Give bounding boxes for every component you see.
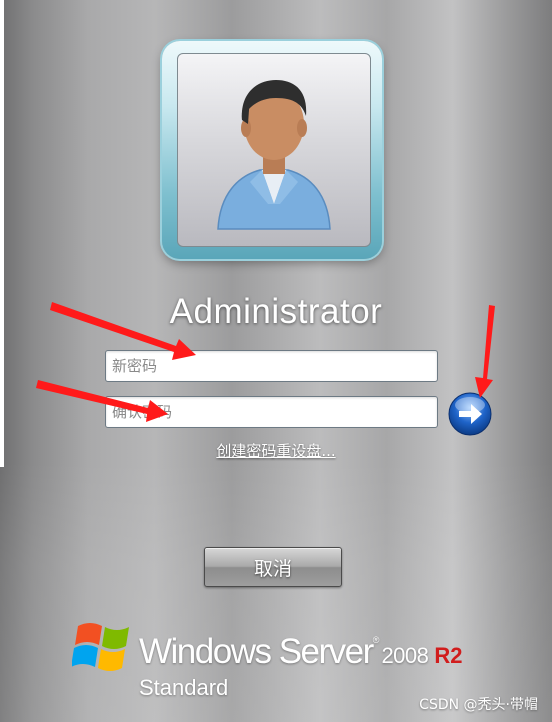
username-label: Administrator [169,292,383,331]
confirm-password-field[interactable] [105,396,438,428]
trademark-mark: ® [372,635,380,645]
right-arrow-icon [448,392,492,436]
watermark-text: CSDN @秃头·带帽 [419,697,538,713]
product-release: R2 [434,643,463,668]
user-avatar-icon [217,80,331,230]
cancel-button[interactable]: 取消 [204,547,342,587]
left-edge-strip [0,0,4,467]
new-password-field[interactable] [105,350,438,382]
background-haze [0,460,552,722]
avatar [177,53,371,247]
submit-button[interactable] [448,392,492,436]
product-edition: Standard [139,675,229,700]
product-title: Windows Server [139,632,374,671]
create-password-reset-disk-link[interactable]: 创建密码重设盘... [0,440,552,461]
windows-logo-icon [72,623,129,671]
product-name: Windows Server®2008 R2 [139,632,463,672]
product-version: 2008 [381,643,429,668]
